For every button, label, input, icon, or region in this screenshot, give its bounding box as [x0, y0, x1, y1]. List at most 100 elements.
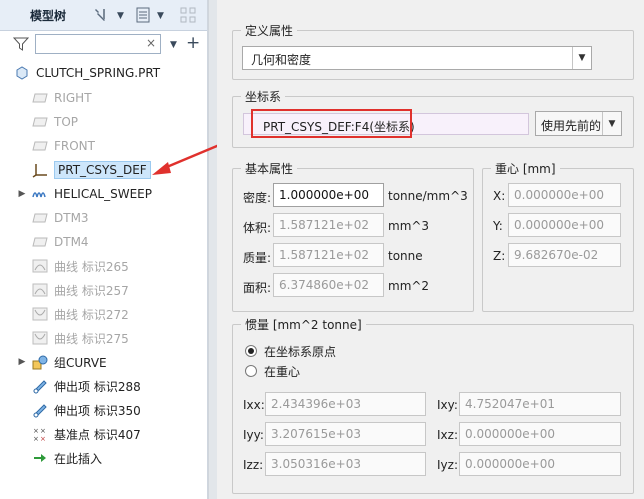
curve-icon: [32, 330, 48, 346]
filter-icon[interactable]: [12, 36, 30, 55]
ixz-field: 0.000000e+00: [459, 422, 621, 446]
add-icon[interactable]: +: [186, 33, 200, 53]
ixy-field: 4.752047e+01: [459, 392, 621, 416]
tree-item-label: 曲线 标识272: [54, 307, 129, 322]
coordinate-system-icon: [32, 162, 48, 178]
tree-item-label-selected: PRT_CSYS_DEF: [54, 161, 151, 179]
tree-root[interactable]: CLUTCH_SPRING.PRT: [0, 61, 207, 85]
ixx-label: Ixx:: [243, 398, 265, 412]
datum-plane-icon: [32, 138, 48, 154]
datum-plane-icon: [32, 90, 48, 106]
tree-item-top[interactable]: TOP: [0, 110, 207, 134]
define-properties-legend: 定义属性: [245, 24, 294, 38]
part-icon: [14, 65, 30, 81]
tools-dropdown-icon[interactable]: ▼: [117, 11, 124, 21]
volume-label: 体积:: [243, 221, 272, 235]
group-icon: [32, 354, 48, 370]
tree-item-group-curve[interactable]: ▶ 组CURVE: [0, 350, 207, 374]
model-tree-title: 模型树: [30, 9, 67, 23]
cog-z-label: Z:: [493, 249, 506, 263]
ixy-label: Ixy:: [437, 398, 458, 412]
mass-label: 质量:: [243, 251, 272, 265]
ixz-label: Ixz:: [437, 428, 458, 442]
tree-item-label: 曲线 标识257: [54, 283, 129, 298]
cog-x-label: X:: [493, 189, 506, 203]
chevron-down-icon[interactable]: ▼: [572, 47, 591, 69]
density-input[interactable]: 1.000000e+00: [273, 183, 384, 207]
area-label: 面积:: [243, 281, 272, 295]
datum-point-icon: × × × ×: [32, 426, 48, 442]
izz-label: Izz:: [243, 458, 264, 472]
tree-item-curve-272[interactable]: 曲线 标识272: [0, 302, 207, 326]
layout-grid-icon[interactable]: [179, 6, 197, 24]
tree-item-label: 在此插入: [54, 451, 103, 466]
tree-item-label: FRONT: [54, 139, 95, 153]
iyz-label: Iyz:: [437, 458, 458, 472]
radio-csys-origin[interactable]: [245, 345, 257, 357]
tree-search-input[interactable]: ×: [35, 34, 161, 54]
radio-csys-origin-label: 在坐标系原点: [264, 345, 337, 359]
tree-root-label: CLUTCH_SPRING.PRT: [36, 66, 161, 80]
clear-search-icon[interactable]: ×: [146, 36, 156, 50]
list-dropdown-icon[interactable]: ▼: [157, 11, 164, 21]
tree-item-label: DTM3: [54, 211, 89, 225]
tree-item-curve-257[interactable]: 曲线 标识257: [0, 278, 207, 302]
helical-sweep-icon: [32, 186, 48, 202]
tree-item-label: 基准点 标识407: [54, 427, 141, 442]
tree-item-helical-sweep[interactable]: ▶ HELICAL_SWEEP: [0, 182, 207, 206]
tree-item-label: TOP: [54, 115, 79, 129]
tree-item-right[interactable]: RIGHT: [0, 86, 207, 110]
tree-item-curve-265[interactable]: 曲线 标识265: [0, 254, 207, 278]
chevron-down-icon[interactable]: ▼: [602, 112, 621, 135]
cog-z-field: 9.682670e-02: [508, 243, 621, 267]
expand-arrow-icon[interactable]: ▶: [16, 357, 28, 367]
expand-arrow-icon[interactable]: ▶: [16, 189, 28, 199]
tree-item-label: 伸出项 标识288: [54, 379, 141, 394]
model-tree-panel: 模型树 ▼ ▼ × ▼ + CLUTCH_SPRING.PRT RIGHT TO…: [0, 0, 208, 499]
curve-icon: [32, 258, 48, 274]
curve-icon: [32, 282, 48, 298]
panel-splitter[interactable]: [208, 0, 217, 499]
protrusion-icon: [32, 402, 48, 418]
coordinate-system-legend: 坐标系: [245, 90, 282, 104]
tree-item-dtm3[interactable]: DTM3: [0, 206, 207, 230]
list-settings-icon[interactable]: [134, 6, 152, 24]
inertia-legend: 惯量 [mm^2 tonne]: [245, 318, 362, 332]
datum-plane-icon: [32, 234, 48, 250]
izz-field: 3.050316e+03: [265, 452, 426, 476]
volume-field: 1.587121e+02: [273, 213, 384, 237]
cog-y-label: Y:: [493, 219, 503, 233]
use-previous-label: 使用先前的: [541, 119, 602, 133]
tree-filter-row: × ▼ +: [0, 31, 207, 57]
tree-item-label: HELICAL_SWEEP: [54, 187, 152, 201]
density-unit: tonne/mm^3: [388, 189, 468, 203]
tools-icon[interactable]: [92, 6, 110, 24]
curve-icon: [32, 306, 48, 322]
use-previous-button[interactable]: 使用先前的 ▼: [535, 111, 622, 136]
datum-plane-icon: [32, 210, 48, 226]
tree-item-protrusion-350[interactable]: 伸出项 标识350: [0, 398, 207, 422]
tree-item-protrusion-288[interactable]: 伸出项 标识288: [0, 374, 207, 398]
define-properties-select[interactable]: 几何和密度 ▼: [242, 46, 592, 70]
svg-text:×: ×: [40, 427, 46, 435]
model-tree-header: 模型树 ▼ ▼: [0, 0, 207, 31]
iyz-field: 0.000000e+00: [459, 452, 621, 476]
define-properties-value: 几何和密度: [251, 53, 312, 67]
cog-x-field: 0.000000e+00: [508, 183, 621, 207]
mass-field: 1.587121e+02: [273, 243, 384, 267]
tree-item-label: DTM4: [54, 235, 89, 249]
tree-item-curve-275[interactable]: 曲线 标识275: [0, 326, 207, 350]
svg-text:×: ×: [33, 435, 39, 442]
ixx-field: 2.434396e+03: [265, 392, 426, 416]
tree-item-datum-point-407[interactable]: × × × × 基准点 标识407: [0, 422, 207, 446]
tree-item-dtm4[interactable]: DTM4: [0, 230, 207, 254]
center-of-gravity-legend: 重心 [mm]: [495, 162, 556, 176]
radio-center-of-gravity[interactable]: [245, 365, 257, 377]
tree-item-insert-here[interactable]: 在此插入: [0, 446, 207, 470]
svg-text:×: ×: [33, 427, 39, 435]
density-label: 密度:: [243, 191, 272, 205]
filter-dropdown-icon[interactable]: ▼: [170, 40, 177, 50]
tree-item-label: 曲线 标识275: [54, 331, 129, 346]
iyy-field: 3.207615e+03: [265, 422, 426, 446]
area-field: 6.374860e+02: [273, 273, 384, 297]
